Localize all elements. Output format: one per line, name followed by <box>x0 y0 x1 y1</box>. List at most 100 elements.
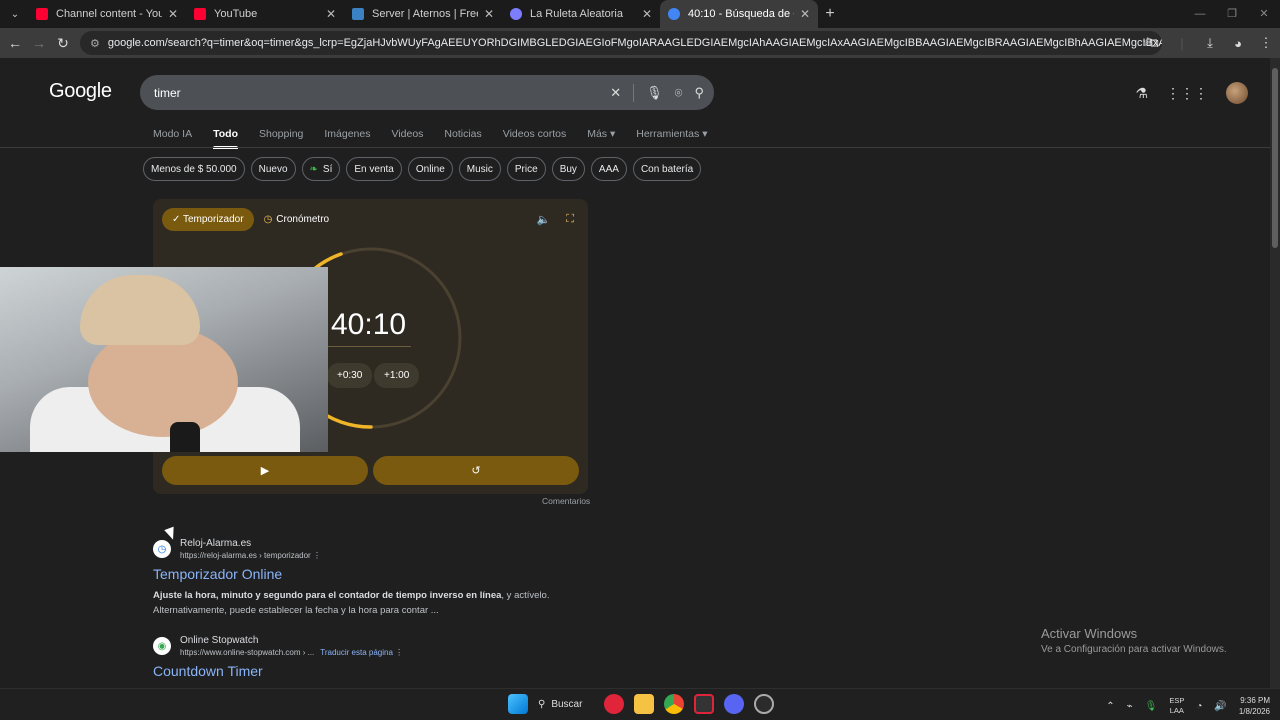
clock-icon: ◷ <box>263 214 273 225</box>
close-tab-icon[interactable]: ✕ <box>168 7 178 21</box>
close-window-icon[interactable]: ✕ <box>1248 0 1280 28</box>
sound-icon[interactable]: 🔈 <box>537 213 551 226</box>
browser-tab[interactable]: Server | Aternos | Free Minecraft ✕ <box>344 0 502 28</box>
tab-imagenes[interactable]: Imágenes <box>324 128 370 140</box>
close-tab-icon[interactable]: ✕ <box>642 7 652 21</box>
minimize-icon[interactable]: — <box>1184 0 1216 28</box>
result-title[interactable]: Countdown Timer <box>153 663 403 679</box>
youtube-favicon-icon <box>194 8 206 20</box>
close-tab-icon[interactable]: ✕ <box>326 7 336 21</box>
site-info-icon[interactable]: ⚙ <box>90 37 100 50</box>
browser-tab[interactable]: Channel content - YouTube Studio ✕ <box>28 0 186 28</box>
tab-herramientas[interactable]: Herramientas ▾ <box>636 128 707 140</box>
ruleta-favicon-icon <box>510 8 522 20</box>
scrollbar-thumb[interactable] <box>1272 68 1278 248</box>
tab-videos-cortos[interactable]: Videos cortos <box>503 128 566 140</box>
page-scrollbar[interactable] <box>1270 58 1280 688</box>
discord-icon[interactable] <box>724 694 744 714</box>
profile-icon[interactable]: ◕ <box>1224 36 1252 51</box>
chip-si[interactable]: ❧ Sí <box>301 157 341 181</box>
tray-overflow-icon[interactable]: ⌃ <box>1106 701 1114 712</box>
language-indicator[interactable]: ESP LAA <box>1169 696 1184 716</box>
search-icon[interactable]: ⚲ <box>694 85 704 101</box>
back-arrow-icon[interactable]: ← <box>3 35 27 51</box>
wifi-icon[interactable]: ◔ <box>1196 701 1202 712</box>
labs-flask-icon[interactable]: ⚗ <box>1135 85 1148 102</box>
reload-icon[interactable]: ↻ <box>51 35 75 52</box>
lang-layout: LAA <box>1169 706 1184 715</box>
chrome-icon[interactable] <box>664 694 684 714</box>
new-tab-button[interactable]: + <box>818 5 842 23</box>
chip[interactable]: En venta <box>346 157 402 181</box>
avatar[interactable] <box>1226 82 1248 104</box>
tab-mas[interactable]: Más ▾ <box>587 128 615 140</box>
google-logo[interactable]: Google <box>49 80 112 103</box>
tab-modo-ia[interactable]: Modo IA <box>153 128 192 140</box>
tab-noticias[interactable]: Noticias <box>444 128 481 140</box>
play-button[interactable]: ▶ <box>162 456 368 485</box>
capcut-icon[interactable] <box>694 694 714 714</box>
microphone-icon[interactable]: 🎙 <box>646 85 663 101</box>
lens-camera-icon[interactable]: ⌾ <box>675 85 683 101</box>
browser-tab-strip: ⌄ Channel content - YouTube Studio ✕ You… <box>0 0 1280 28</box>
tab-videos[interactable]: Videos <box>392 128 424 140</box>
result-url[interactable]: https://reloj-alarma.es › temporizador ⋮ <box>180 551 321 560</box>
chip[interactable]: AAA <box>590 157 627 181</box>
browser-tab[interactable]: YouTube ✕ <box>186 0 344 28</box>
close-tab-icon[interactable]: ✕ <box>800 7 810 21</box>
taskbar-search[interactable]: ⚲ Buscar <box>538 699 594 710</box>
result-menu-icon[interactable]: ⋮ <box>395 648 403 657</box>
activate-title: Activar Windows <box>1041 626 1138 641</box>
close-tab-icon[interactable]: ✕ <box>484 7 494 21</box>
search-input[interactable]: timer <box>154 86 181 100</box>
chip[interactable]: Con batería <box>632 157 702 181</box>
chip[interactable]: Menos de $ 50.000 <box>143 157 245 181</box>
extensions-icon[interactable]: ⧉ <box>1140 35 1168 51</box>
result-url[interactable]: https://www.online-stopwatch.com › ... Tr… <box>180 648 403 657</box>
tab-todo[interactable]: Todo <box>213 128 238 149</box>
result-site-name[interactable]: Reloj-Alarma.es <box>180 538 321 549</box>
chip-label: Sí <box>322 163 333 175</box>
chip[interactable]: Buy <box>551 157 585 181</box>
add-1m-button[interactable]: +1:00 <box>374 363 420 388</box>
chip[interactable]: Price <box>506 157 546 181</box>
timer-display[interactable]: 40:10 <box>331 308 406 342</box>
activate-subtitle: Ve a Configuración para activar Windows. <box>1041 644 1227 655</box>
reset-button[interactable]: ↺ <box>373 456 579 485</box>
fullscreen-icon[interactable]: ⛶ <box>566 213 574 226</box>
opera-icon[interactable] <box>604 694 624 714</box>
chip[interactable]: Online <box>407 157 453 181</box>
file-explorer-icon[interactable] <box>634 694 654 714</box>
volume-icon[interactable]: 🔊 <box>1214 701 1226 712</box>
result-menu-icon[interactable]: ⋮ <box>313 551 321 560</box>
tab-shopping[interactable]: Shopping <box>259 128 303 140</box>
forward-arrow-icon[interactable]: → <box>27 35 51 51</box>
chip[interactable]: Music <box>458 157 501 181</box>
browser-tab[interactable]: La Ruleta Aleatoria ✕ <box>502 0 660 28</box>
chip[interactable]: Nuevo <box>250 157 296 181</box>
feedback-link[interactable]: Comentarios <box>542 496 590 506</box>
result-title[interactable]: Temporizador Online <box>153 566 593 582</box>
temporizador-tab[interactable]: ✓ Temporizador <box>162 208 254 231</box>
add-30s-button[interactable]: +0:30 <box>327 363 373 388</box>
search-separator <box>633 83 635 102</box>
network-icon[interactable]: ⌁ <box>1127 701 1133 712</box>
menu-kebab-icon[interactable]: ⋮ <box>1252 35 1280 51</box>
apps-grid-icon[interactable]: ⋮⋮⋮ <box>1166 85 1208 102</box>
tab-search-button[interactable]: ⌄ <box>4 3 26 25</box>
clear-icon[interactable]: ✕ <box>610 85 621 101</box>
google-favicon-icon <box>668 8 680 20</box>
browser-tab-active[interactable]: 40:10 - Búsqueda de Google ✕ <box>660 0 818 28</box>
windows-start-icon[interactable] <box>508 694 528 714</box>
search-nav-tabs: Modo IA Todo Shopping Imágenes Videos No… <box>153 128 707 149</box>
search-box[interactable]: timer ✕ 🎙 ⌾ ⚲ <box>140 75 714 110</box>
mic-icon[interactable]: 🎙 <box>1145 701 1158 712</box>
maximize-icon[interactable]: ❐ <box>1216 0 1248 28</box>
result-site-name[interactable]: Online Stopwatch <box>180 635 403 646</box>
system-clock[interactable]: 9:36 PM 1/8/2026 <box>1239 695 1270 717</box>
cronometro-tab[interactable]: ◷ Cronómetro <box>264 208 330 231</box>
obs-icon[interactable] <box>754 694 774 714</box>
address-bar[interactable]: ⚙ google.com/search?q=timer&oq=timer&gs_… <box>80 31 1162 55</box>
downloads-icon[interactable]: ⤓ <box>1196 35 1224 51</box>
translate-link[interactable]: Traducir esta página <box>320 648 393 657</box>
